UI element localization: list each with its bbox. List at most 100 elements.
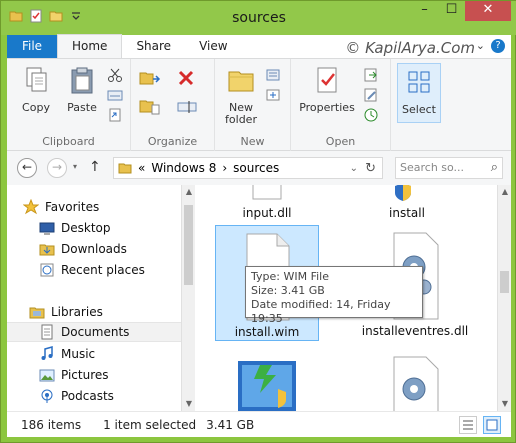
address-bar-row: ← → ▾ ↑ « Windows 8 › sources ⌄ ↻ Search… — [7, 151, 511, 185]
file-item[interactable]: install — [355, 183, 459, 221]
open-icon[interactable] — [363, 67, 379, 83]
explorer-window: sources – ☐ ✕ File Home Share View © Kap… — [0, 0, 516, 443]
nav-scroll-down-icon[interactable]: ▼ — [182, 397, 196, 411]
installer-shield-icon — [395, 183, 411, 201]
details-view-icon[interactable] — [459, 416, 477, 434]
nav-libraries-label: Libraries — [51, 305, 103, 319]
address-prefix[interactable]: « — [138, 161, 145, 175]
nav-desktop-label: Desktop — [61, 221, 111, 235]
copy-button[interactable]: Copy — [13, 65, 59, 114]
copy-to-icon[interactable] — [139, 97, 161, 117]
scroll-down-icon[interactable]: ▼ — [498, 397, 512, 411]
move-to-icon[interactable] — [139, 69, 161, 89]
clipboard-group: Copy Paste Clipboard — [7, 59, 131, 151]
status-size: 3.41 GB — [206, 417, 255, 432]
organize-group: Organize — [131, 59, 215, 151]
up-button[interactable]: ↑ — [89, 159, 101, 175]
edit-icon[interactable] — [363, 87, 379, 103]
pictures-icon — [39, 369, 55, 382]
rename-icon[interactable] — [177, 97, 199, 117]
file-name: installeventres.dll — [361, 324, 469, 338]
file-name: install — [389, 206, 425, 220]
nav-documents[interactable]: Documents — [7, 322, 181, 342]
new-folder-button[interactable]: New folder — [219, 65, 263, 126]
address-dropdown-icon[interactable]: ⌄ — [350, 163, 358, 174]
nav-libraries[interactable]: Libraries — [29, 302, 203, 322]
cut-icon[interactable] — [107, 67, 123, 83]
title-bar: sources – ☐ ✕ — [1, 1, 516, 35]
properties-button[interactable]: Properties — [297, 65, 357, 114]
desktop-icon — [39, 222, 55, 235]
nav-recent-places-label: Recent places — [61, 263, 145, 277]
tab-share[interactable]: Share — [122, 35, 185, 58]
nav-podcasts-label: Podcasts — [61, 389, 114, 403]
tab-home[interactable]: Home — [57, 34, 123, 58]
nav-scroll-thumb[interactable] — [184, 205, 193, 285]
clipboard-group-label: Clipboard — [42, 135, 95, 148]
gear-file-icon — [393, 356, 439, 414]
new-folder-label: New folder — [225, 101, 257, 126]
new-group: New folder New — [215, 59, 291, 151]
select-button[interactable]: Select — [397, 63, 441, 123]
file-name: input.dll — [242, 206, 292, 220]
status-selected: 1 item selected — [103, 417, 197, 432]
star-icon — [23, 199, 39, 215]
forward-button[interactable]: → — [47, 158, 67, 178]
maximize-button[interactable]: ☐ — [438, 1, 465, 21]
watermark-text: © KapilArya.Com — [345, 39, 475, 57]
new-item-icon[interactable] — [265, 67, 281, 83]
copy-label: Copy — [22, 101, 50, 114]
navigation-scrollbar[interactable]: ▲ ▼ — [181, 185, 195, 411]
breadcrumb-separator[interactable]: › — [222, 161, 227, 175]
back-button[interactable]: ← — [17, 158, 37, 178]
paste-button[interactable]: Paste — [59, 65, 105, 114]
file-item[interactable] — [215, 355, 319, 411]
documents-icon — [41, 324, 53, 340]
ribbon: Copy Paste Clipboard Organize New folder — [7, 59, 511, 151]
minimize-button[interactable]: – — [411, 1, 438, 21]
scroll-thumb[interactable] — [500, 271, 509, 293]
setup-app-icon — [238, 361, 296, 411]
nav-favorites-label: Favorites — [45, 200, 100, 214]
tab-file[interactable]: File — [7, 35, 57, 58]
breadcrumb-windows8[interactable]: Windows 8 — [151, 161, 216, 175]
large-icons-view-icon[interactable] — [483, 416, 501, 434]
address-input[interactable]: « Windows 8 › sources ⌄ ↻ — [113, 157, 383, 179]
recent-places-icon — [40, 263, 54, 277]
properties-label: Properties — [299, 101, 355, 114]
podcasts-icon — [41, 389, 53, 403]
nav-pictures-label: Pictures — [61, 368, 109, 382]
file-item[interactable] — [355, 355, 475, 414]
breadcrumb-sources[interactable]: sources — [233, 161, 279, 175]
recent-locations-icon[interactable]: ▾ — [73, 162, 77, 171]
window-controls: – ☐ ✕ — [411, 1, 511, 21]
open-group: Properties Open — [291, 59, 391, 151]
select-icon — [408, 71, 430, 93]
nav-scroll-up-icon[interactable]: ▲ — [182, 185, 196, 199]
file-tooltip: Type: WIM File Size: 3.41 GB Date modifi… — [245, 266, 423, 325]
paste-shortcut-icon[interactable] — [107, 107, 123, 123]
nav-music-label: Music — [61, 347, 96, 361]
organize-group-label: Organize — [147, 135, 198, 148]
file-item[interactable]: input.dll — [215, 178, 319, 221]
copy-icon — [26, 67, 47, 92]
file-list-scrollbar[interactable]: ▲ ▼ — [497, 185, 511, 411]
search-input[interactable]: Search so... ⌕ — [395, 157, 503, 179]
dll-file-icon — [252, 178, 282, 200]
nav-favorites[interactable]: Favorites — [23, 197, 197, 217]
close-button[interactable]: ✕ — [465, 1, 511, 21]
status-item-count: 186 items — [21, 417, 82, 432]
refresh-icon[interactable]: ↻ — [365, 161, 376, 176]
history-icon[interactable] — [363, 107, 379, 123]
scroll-up-icon[interactable]: ▲ — [498, 185, 512, 199]
copy-path-icon[interactable] — [107, 87, 123, 103]
tab-view[interactable]: View — [185, 35, 241, 58]
search-icon[interactable]: ⌕ — [491, 160, 498, 175]
easy-access-icon[interactable] — [265, 87, 281, 103]
folder-address-icon — [118, 163, 132, 174]
open-group-label: Open — [325, 135, 356, 148]
delete-icon[interactable] — [177, 69, 199, 89]
help-icon[interactable]: ? — [491, 39, 505, 53]
ribbon-minimize-caret-icon[interactable]: ⌄ — [476, 39, 485, 52]
downloads-icon — [39, 244, 55, 256]
